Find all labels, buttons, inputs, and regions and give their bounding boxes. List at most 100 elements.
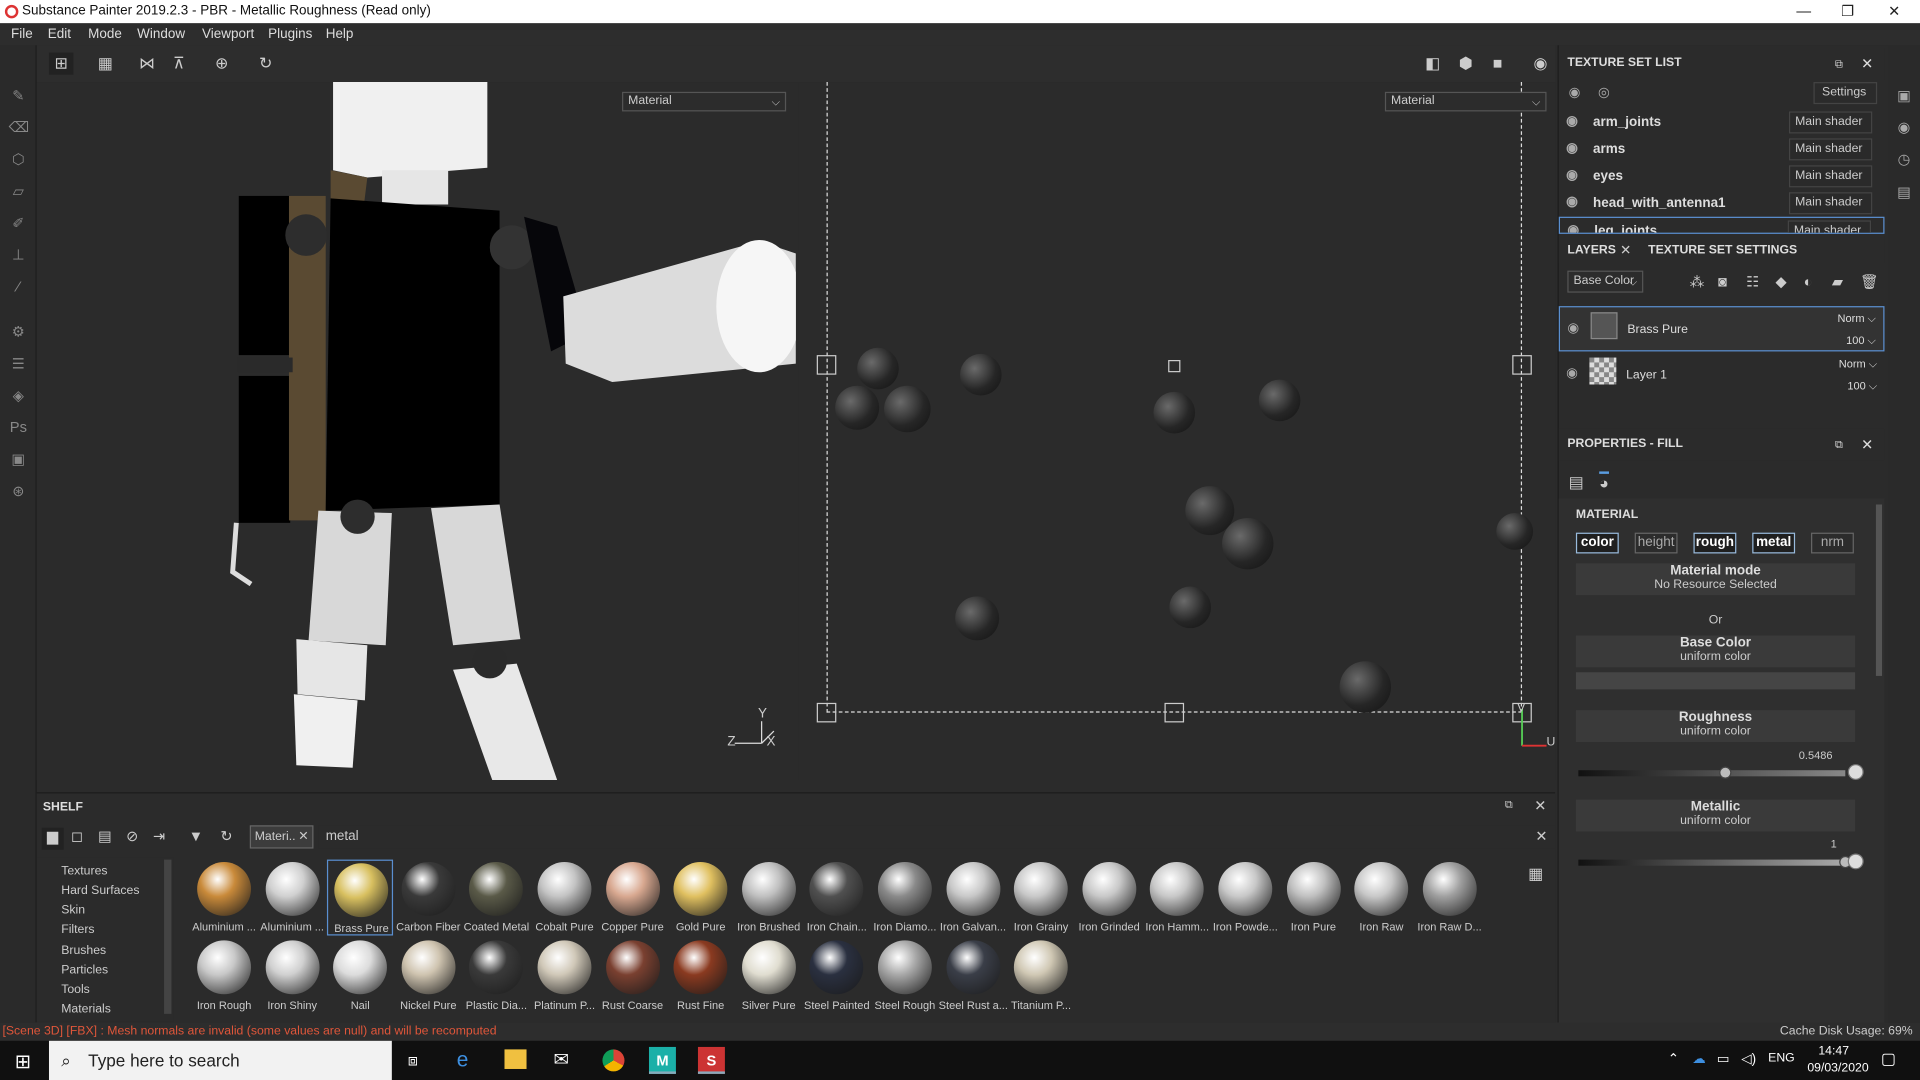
- eraser-icon[interactable]: ⌫: [9, 119, 30, 136]
- edge-icon[interactable]: e: [457, 1048, 469, 1072]
- roughness-slider-knob[interactable]: [1718, 766, 1731, 779]
- close-icon[interactable]: ✕: [1534, 797, 1546, 814]
- grid-view-icon[interactable]: ▦: [1528, 864, 1543, 884]
- eye-toggle-icon[interactable]: ◉: [1569, 84, 1581, 101]
- volume-icon[interactable]: ◁): [1741, 1051, 1756, 1067]
- tab-texture-set-settings[interactable]: TEXTURE SET SETTINGS: [1648, 244, 1797, 257]
- material-tile[interactable]: Iron Pure: [1280, 860, 1346, 936]
- menu-viewport[interactable]: Viewport: [202, 27, 254, 42]
- shader-dropdown[interactable]: Main shader ⌵: [1788, 111, 1873, 148]
- channel-toggle-height[interactable]: height: [1634, 532, 1678, 554]
- clear-search-icon[interactable]: ✕: [1535, 825, 1547, 848]
- tab-layers[interactable]: LAYERS: [1567, 244, 1616, 257]
- layer-row-selected[interactable]: ◉ Brass Pure Norm ⌵ 100 ⌵: [1558, 306, 1885, 352]
- uv-handle-center[interactable]: [1168, 360, 1181, 373]
- chrome-icon[interactable]: [602, 1049, 625, 1072]
- material-tile[interactable]: Iron Brushed: [736, 860, 802, 936]
- close-icon[interactable]: ✕: [1861, 429, 1873, 461]
- uv-handle-bottom-left[interactable]: [816, 702, 837, 723]
- eye-icon[interactable]: ◉: [1566, 193, 1578, 210]
- smudge-icon[interactable]: ✐: [9, 214, 29, 231]
- substance-painter-icon[interactable]: S: [697, 1046, 725, 1074]
- display-settings-icon[interactable]: ▣: [1894, 87, 1914, 104]
- base-color-picker[interactable]: Base Color uniform color: [1575, 635, 1856, 668]
- viewport-3d[interactable]: Y Z X Material ⌵: [36, 82, 796, 781]
- eye-icon[interactable]: ◉: [1566, 113, 1578, 129]
- tray-chevron-icon[interactable]: ⌃: [1668, 1051, 1679, 1067]
- export-icon[interactable]: ▣: [9, 451, 29, 468]
- new-shelf-icon[interactable]: ◻: [71, 828, 83, 845]
- close-icon[interactable]: ✕: [1861, 48, 1873, 80]
- photoshop-icon[interactable]: Ps: [9, 419, 29, 436]
- roughness-picker[interactable]: Roughness uniform color: [1575, 710, 1856, 743]
- fill-settings-icon[interactable]: ▤: [1569, 473, 1584, 493]
- category-textures[interactable]: Textures: [61, 864, 107, 877]
- channel-toggle-metal[interactable]: metal: [1752, 532, 1796, 554]
- menu-help[interactable]: Help: [326, 27, 354, 42]
- add-layer-icon[interactable]: ☷: [1746, 273, 1759, 290]
- material-tile[interactable]: Steel Rough: [872, 938, 938, 1014]
- polygon-fill-icon[interactable]: ▱: [9, 182, 29, 199]
- clock-date[interactable]: 09/03/2020: [1807, 1062, 1868, 1075]
- roughness-reset-icon[interactable]: [1847, 764, 1864, 781]
- shader-settings-icon[interactable]: ◉: [1894, 119, 1914, 136]
- uv-handle-bottom-center[interactable]: [1164, 702, 1185, 723]
- mail-icon[interactable]: ✉: [553, 1048, 568, 1070]
- menu-window[interactable]: Window: [137, 27, 185, 42]
- eye-icon[interactable]: ◉: [1567, 320, 1579, 336]
- eye-icon[interactable]: ◉: [1566, 140, 1578, 156]
- viewport-2d-channel-dropdown[interactable]: Material ⌵: [1384, 91, 1547, 112]
- paint-brush-icon[interactable]: ✎: [9, 87, 29, 104]
- blend-mode-dropdown[interactable]: Norm ⌵: [1839, 358, 1877, 371]
- add-fill-layer-icon[interactable]: ◆: [1776, 273, 1787, 290]
- material-tile[interactable]: Silver Pure: [736, 938, 802, 1014]
- onedrive-icon[interactable]: ☁: [1692, 1051, 1705, 1067]
- texture-set-row[interactable]: ◉ head_with_antenna1 Main shader ⌵: [1559, 190, 1885, 229]
- shader-dropdown[interactable]: Main shader ⌵: [1788, 165, 1873, 202]
- material-tile[interactable]: Iron Rough: [191, 938, 257, 1014]
- properties-scrollbar[interactable]: [1875, 504, 1883, 676]
- material-tile[interactable]: Brass Pure: [327, 859, 394, 936]
- hide-icon[interactable]: ⊘: [126, 828, 138, 845]
- add-folder-icon[interactable]: ▰: [1832, 273, 1843, 290]
- shader-dropdown[interactable]: Main shader ⌵: [1788, 138, 1873, 175]
- minimize-button[interactable]: —: [1783, 0, 1825, 23]
- menu-plugins[interactable]: Plugins: [268, 27, 312, 42]
- material-tile[interactable]: Rust Fine: [668, 938, 734, 1014]
- material-tile[interactable]: Plastic Dia...: [463, 938, 529, 1014]
- material-tile[interactable]: Steel Painted: [804, 938, 870, 1014]
- blend-mode-dropdown[interactable]: Norm ⌵: [1838, 312, 1876, 325]
- delete-layer-icon[interactable]: 🗑: [1860, 273, 1879, 290]
- channel-toggle-rough[interactable]: rough: [1693, 532, 1737, 554]
- opacity-dropdown[interactable]: 100 ⌵: [1847, 380, 1877, 393]
- opacity-dropdown[interactable]: 100 ⌵: [1846, 334, 1876, 347]
- misc-tool-icon[interactable]: ⊛: [9, 482, 29, 499]
- channel-dropdown[interactable]: Base Color ⌵: [1567, 270, 1644, 293]
- shelf-list-icon[interactable]: ▤: [98, 828, 112, 845]
- shelf-search-input[interactable]: metal ✕: [318, 825, 1556, 849]
- metallic-value[interactable]: 1: [1831, 838, 1837, 850]
- material-tile[interactable]: Iron Powde...: [1212, 860, 1278, 936]
- material-tile[interactable]: Aluminium ...: [191, 860, 257, 936]
- material-tile[interactable]: Iron Raw D...: [1416, 860, 1482, 936]
- file-explorer-icon[interactable]: [504, 1049, 527, 1069]
- bake-icon[interactable]: ☰: [9, 355, 29, 372]
- notifications-icon[interactable]: ▢: [1881, 1049, 1896, 1069]
- material-tile[interactable]: Steel Rust a...: [939, 938, 1007, 1014]
- material-tile[interactable]: Iron Hamm...: [1144, 860, 1210, 936]
- shader-dropdown[interactable]: Main shader ⌵: [1787, 220, 1872, 233]
- screenshot-icon[interactable]: ◉: [1528, 53, 1552, 75]
- channel-toggle-nrm[interactable]: nrm: [1811, 532, 1854, 554]
- windows-start-icon[interactable]: ⊞: [15, 1049, 31, 1073]
- viewport-2d[interactable]: Material ⌵ V U: [798, 82, 1556, 781]
- popout-icon[interactable]: ⧉: [1505, 798, 1513, 811]
- material-tile[interactable]: Carbon Fiber: [395, 860, 461, 936]
- material-tile[interactable]: Iron Galvan...: [940, 860, 1006, 936]
- shader-dropdown[interactable]: Main shader ⌵: [1788, 192, 1873, 229]
- history-icon[interactable]: ◷: [1894, 151, 1914, 168]
- popout-icon[interactable]: ⧉: [1835, 429, 1843, 461]
- maximize-button[interactable]: ❐: [1827, 0, 1869, 23]
- material-tile[interactable]: Nickel Pure: [395, 938, 461, 1014]
- material-tile[interactable]: Iron Raw: [1348, 860, 1414, 936]
- categories-scrollbar[interactable]: [164, 859, 172, 1014]
